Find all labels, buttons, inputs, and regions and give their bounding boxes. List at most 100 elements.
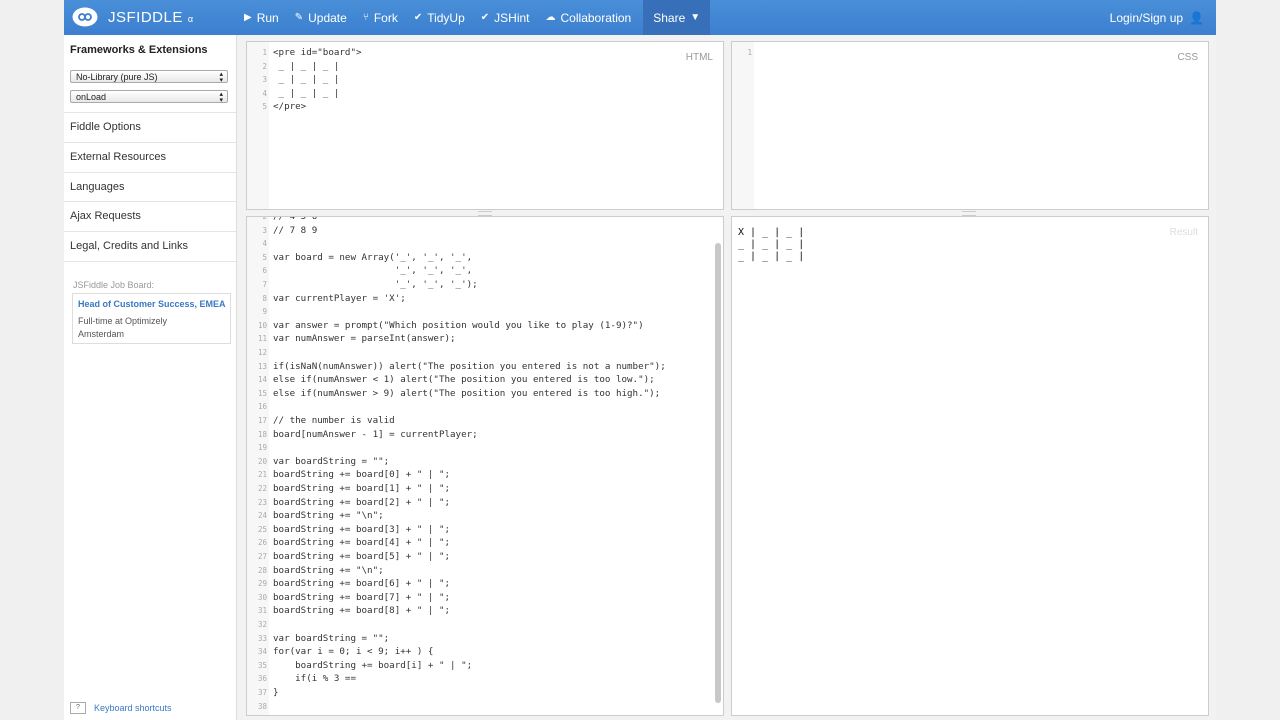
code-text: boardString += board[3] + " | ";: [273, 523, 451, 535]
run-label: Run: [256, 10, 279, 25]
run-button[interactable]: ▶ Run: [236, 0, 287, 35]
code-text: _ | _ | _ |: [273, 60, 340, 72]
sidebar-item-legal[interactable]: Legal, Credits and Links: [64, 231, 236, 262]
editor-scrollbar[interactable]: [715, 243, 721, 703]
code-text: var boardString = "";: [273, 455, 390, 467]
code-text: if(i % 3 ==: [273, 673, 356, 685]
code-text: '_', '_', '_',: [273, 265, 473, 277]
chevron-down-icon: ▼: [690, 12, 701, 23]
line-number: 8: [262, 293, 267, 303]
result-panel-label: Result: [1169, 227, 1198, 238]
share-dropdown[interactable]: Share ▼: [643, 0, 711, 35]
sidebar-item-external-resources[interactable]: External Resources: [64, 142, 236, 172]
line-number: 33: [257, 633, 267, 643]
fork-label: Fork: [373, 10, 398, 25]
login-label: Login/Sign up: [1109, 10, 1184, 25]
update-label: Update: [308, 10, 347, 25]
sidebar-item-fiddle-options[interactable]: Fiddle Options: [64, 112, 236, 142]
code-text: for(var i = 0; i < 9; i++ ) {: [273, 646, 434, 658]
line-number: 5: [262, 102, 267, 112]
sidebar-item-label: External Resources: [70, 151, 166, 163]
line-number: 3: [262, 75, 267, 85]
fork-icon: ⑂: [362, 12, 369, 23]
code-text: boardString += "\n";: [273, 510, 384, 522]
code-text: var numAnswer = parseInt(answer);: [273, 333, 456, 345]
line-number: 10: [257, 320, 267, 330]
line-number: 35: [257, 660, 267, 670]
sidebar-item-ajax-requests[interactable]: Ajax Requests: [64, 201, 236, 231]
jsfiddle-app: JSFIDDLE α ▶ Run ✎ Update ⑂ Fork ✔ TidyUp ✔ JS…: [64, 0, 1216, 720]
library-select[interactable]: No-Library (pure JS) ▴ ▾: [70, 70, 228, 84]
load-type-select[interactable]: onLoad ▴ ▾: [70, 90, 228, 104]
line-number: 36: [257, 674, 267, 684]
code-text: var board = new Array('_', '_', '_',: [273, 251, 473, 263]
collaboration-button[interactable]: ☁ Collaboration: [538, 0, 640, 35]
sidebar: Frameworks & Extensions No-Library (pure…: [64, 35, 237, 720]
check-icon: ✔: [413, 12, 423, 23]
line-number-gutter: [732, 42, 754, 209]
line-number: 5: [262, 252, 267, 262]
code-text: }: [273, 687, 279, 698]
code-text: <pre id="board">: [273, 47, 362, 58]
code-text: boardString += board[7] + " | ";: [273, 591, 451, 603]
update-button[interactable]: ✎ Update: [287, 0, 355, 35]
jsfiddle-logo-icon[interactable]: [72, 7, 98, 27]
code-text: _ | _ | _ |: [273, 87, 340, 99]
code-text: boardString += board[2] + " | ";: [273, 496, 451, 508]
code-text: board[numAnswer - 1] = currentPlayer;: [273, 428, 478, 440]
code-text: var boardString = "";: [273, 632, 390, 644]
line-number: 21: [257, 470, 267, 480]
code-text: boardString += "\n";: [273, 564, 384, 576]
sidebar-item-languages[interactable]: Languages: [64, 172, 236, 202]
css-editor-panel[interactable]: 1 CSS: [731, 41, 1209, 210]
tidyup-button[interactable]: ✔ TidyUp: [406, 0, 473, 35]
line-number: 19: [257, 443, 267, 453]
code-text: boardString += board[5] + " | ";: [273, 551, 451, 562]
cloud-icon: ☁: [545, 12, 556, 23]
result-board-output: X | _ | _ | _ | _ | _ | _ | _ | _ |: [738, 227, 805, 262]
job-board-label: JSFiddle Job Board:: [73, 280, 155, 290]
fork-button[interactable]: ⑂ Fork: [355, 0, 406, 35]
code-text: </pre>: [273, 101, 307, 113]
line-number: 20: [257, 456, 267, 466]
code-text: '_', '_', '_');: [273, 279, 478, 290]
line-number: 1: [262, 48, 267, 57]
code-text: var answer = prompt("Which position woul…: [273, 319, 644, 331]
user-icon: 👤: [1189, 10, 1204, 25]
keyboard-shortcuts-label: Keyboard shortcuts: [94, 703, 172, 713]
line-number: 29: [257, 579, 267, 589]
jshint-button[interactable]: ✔ JSHint: [473, 0, 538, 35]
html-editor-panel[interactable]: 1 <pre id="board"> 2 _ | _ | _ | 3 _ | _ | …: [246, 41, 724, 210]
library-value: No-Library (pure JS): [76, 72, 158, 82]
brand-name[interactable]: JSFIDDLE α: [108, 9, 194, 26]
code-text: if(isNaN(numAnswer)) alert("The position…: [273, 360, 666, 372]
line-number: 6: [262, 266, 267, 276]
line-number: 2: [262, 216, 267, 221]
line-number: 28: [257, 565, 267, 575]
code-text: boardString += board[4] + " | ";: [273, 537, 451, 549]
jshint-label: JSHint: [494, 10, 530, 25]
code-text: else if(numAnswer < 1) alert("The positi…: [273, 374, 655, 386]
result-panel: X | _ | _ | _ | _ | _ | _ | _ | _ | Resu…: [731, 216, 1209, 716]
code-text: // the number is valid: [273, 415, 395, 426]
job-location: Amsterdam: [78, 329, 125, 339]
line-number: 23: [257, 497, 267, 507]
load-type-value: onLoad: [76, 92, 107, 102]
sidebar-item-label: Fiddle Options: [70, 121, 141, 133]
job-company: Full-time at Optimizely: [78, 316, 168, 326]
login-signup-link[interactable]: Login/Sign up 👤: [1110, 0, 1204, 35]
code-text: // 7 8 9: [273, 224, 318, 236]
job-board-ad[interactable]: Head of Customer Success, EMEA Full-time…: [72, 293, 231, 344]
select-arrows-icon: ▴ ▾: [219, 71, 223, 84]
line-number: 4: [262, 88, 267, 98]
sidebar-item-label: Ajax Requests: [70, 210, 141, 222]
js-editor-panel[interactable]: 2 // 4 5 6 3 // 7 8 9 4 5 var board = new Arra…: [246, 216, 724, 716]
collaboration-label: Collaboration: [560, 10, 632, 25]
line-number: 15: [257, 388, 267, 398]
keyboard-shortcuts-link[interactable]: ? Keyboard shortcuts: [70, 702, 172, 714]
code-text: boardString += board[i] + " | ";: [273, 659, 473, 671]
line-number: 34: [257, 647, 267, 657]
line-number: 37: [257, 688, 267, 697]
job-title-link[interactable]: Head of Customer Success, EMEA: [78, 299, 226, 309]
code-text: boardString += board[6] + " | ";: [273, 578, 451, 590]
